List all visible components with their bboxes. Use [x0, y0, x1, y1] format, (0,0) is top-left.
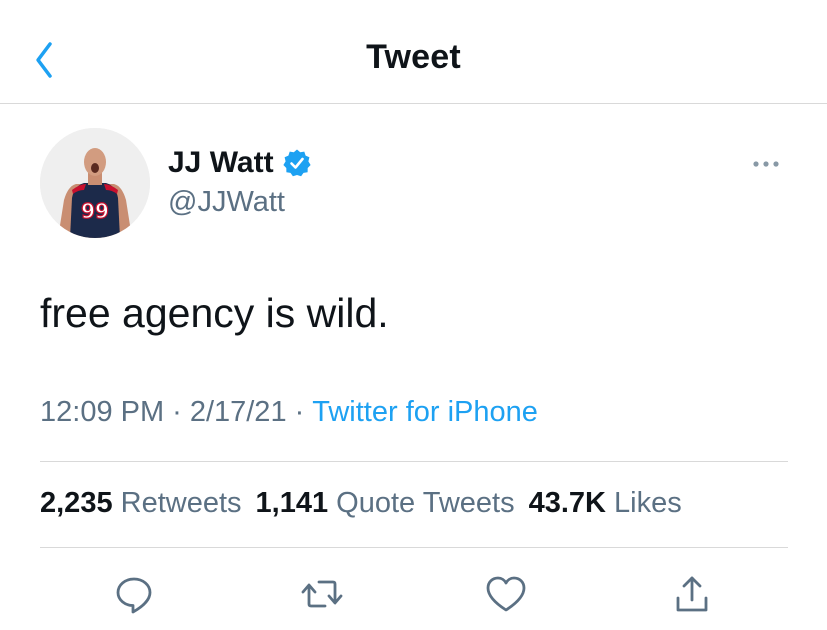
divider [40, 547, 788, 548]
retweets-stat[interactable]: 2,235 Retweets [40, 487, 242, 519]
avatar[interactable]: 99 [40, 128, 150, 238]
share-button[interactable] [670, 572, 714, 616]
top-bar: Tweet [0, 0, 827, 104]
retweet-icon [301, 580, 343, 608]
tweet-text: free agency is wild. [40, 290, 389, 336]
page-title: Tweet [366, 38, 461, 76]
like-icon [486, 576, 526, 612]
quote-tweets-count: 1,141 [255, 487, 329, 519]
author-name-row: JJ Watt [168, 143, 312, 183]
likes-stat[interactable]: 43.7K Likes [529, 487, 682, 519]
tweet-time[interactable]: 12:09 PM [40, 396, 164, 428]
more-options-button[interactable] [744, 150, 788, 178]
divider [40, 461, 788, 462]
share-icon [676, 576, 708, 612]
tweet-source-link[interactable]: Twitter for iPhone [312, 396, 538, 428]
retweet-button[interactable] [300, 572, 344, 616]
likes-count: 43.7K [528, 487, 606, 519]
tweet-date[interactable]: 2/17/21 [190, 396, 287, 428]
more-horizontal-icon [753, 161, 779, 167]
meta-separator: · [172, 396, 182, 428]
reply-icon [116, 577, 152, 614]
meta-separator: · [294, 396, 305, 428]
like-button[interactable] [484, 572, 528, 616]
quote-tweets-stat[interactable]: 1,141 Quote Tweets [256, 487, 515, 519]
likes-label: Likes [614, 487, 682, 519]
tweet-stats: 2,235 Retweets 1,141 Quote Tweets 43.7K Li… [40, 487, 696, 520]
avatar-image: 99 [40, 128, 150, 238]
retweets-label: Retweets [120, 487, 242, 519]
tweet-meta: 12:09 PM · 2/17/21 · Twitter for iPhone [40, 396, 538, 429]
quote-tweets-label: Quote Tweets [336, 487, 515, 519]
svg-text:99: 99 [81, 199, 109, 223]
retweets-count: 2,235 [40, 487, 113, 519]
verified-badge-icon [282, 149, 311, 177]
reply-button[interactable] [112, 572, 156, 616]
author-handle[interactable]: @JJWatt [168, 186, 285, 219]
author-display-name[interactable]: JJ Watt [168, 146, 274, 180]
